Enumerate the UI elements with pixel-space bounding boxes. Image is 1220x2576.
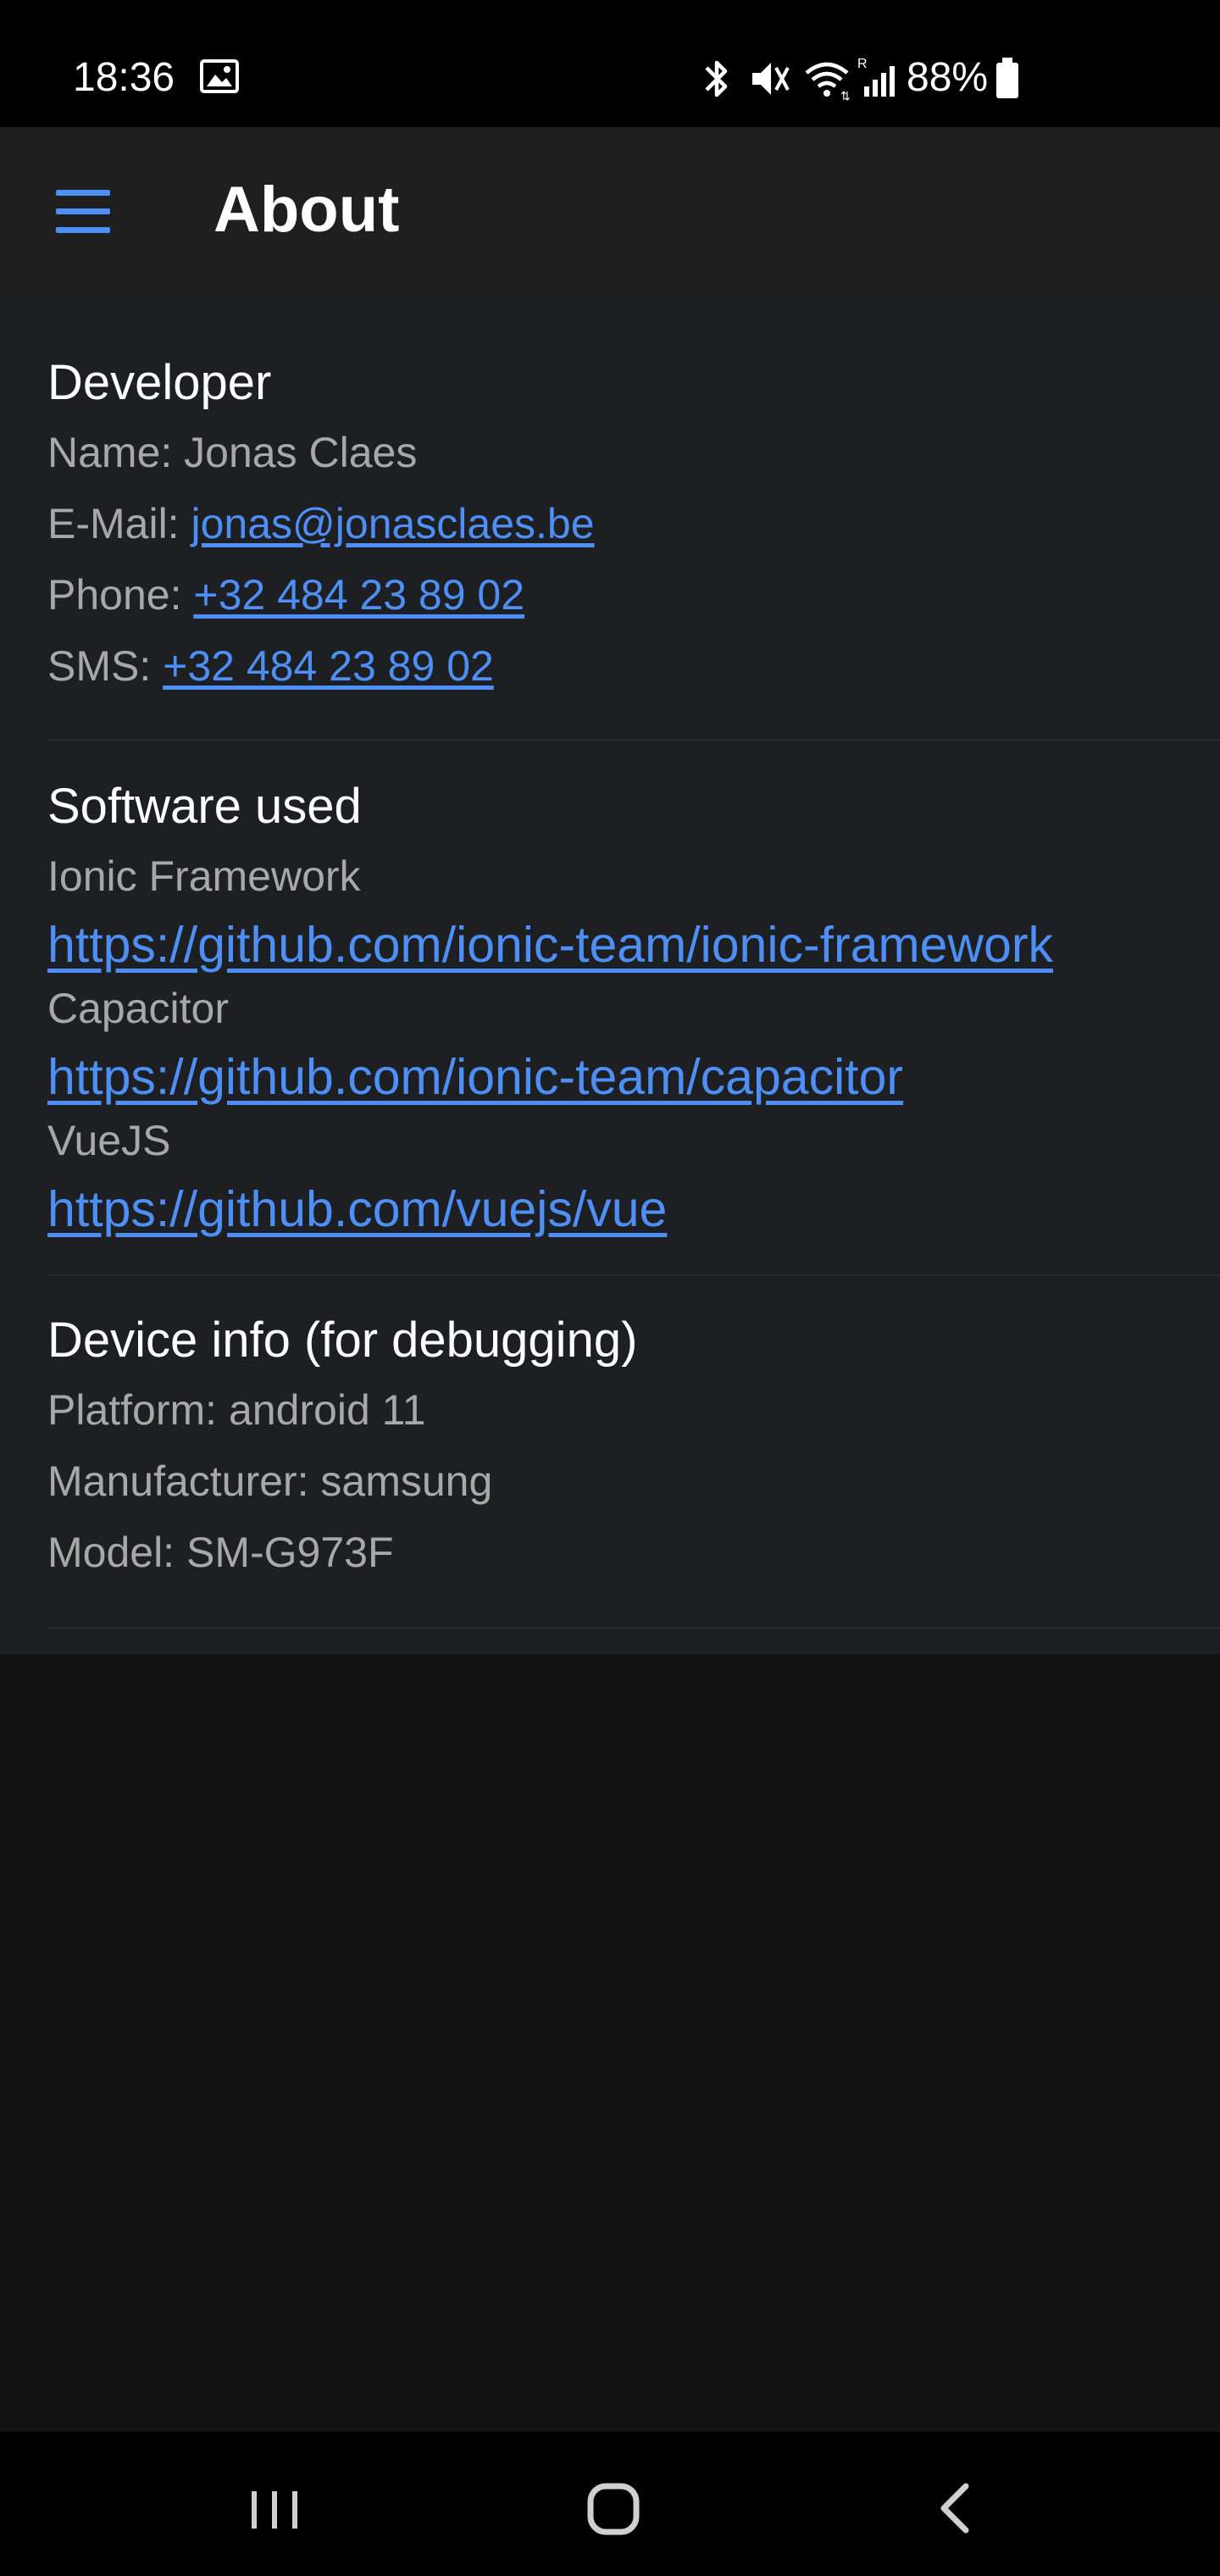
software-link[interactable]: https://github.com/ionic-team/ionic-fram… [47, 913, 1053, 976]
menu-button[interactable] [44, 178, 122, 246]
software-name: VueJS [47, 1117, 171, 1164]
status-time: 18:36 [73, 55, 175, 100]
software-section: Software used Ionic Framework https://gi… [47, 741, 1220, 1276]
platform-value: android 11 [228, 1386, 426, 1434]
battery-percent: 88% [907, 55, 989, 100]
home-icon[interactable] [563, 2466, 664, 2551]
developer-sms: SMS: +32 484 23 89 02 [47, 639, 494, 693]
mute-icon [752, 63, 790, 95]
name-label: Name: [47, 429, 173, 476]
device-model: Model: SM-G973F [47, 1525, 394, 1579]
developer-title: Developer [47, 355, 272, 410]
email-label: E-Mail: [47, 500, 180, 547]
developer-name: Name: Jonas Claes [47, 425, 417, 480]
gallery-icon [200, 59, 239, 93]
model-label: Model: [47, 1529, 175, 1576]
device-title: Device info (for debugging) [47, 1313, 638, 1368]
software-name: Ionic Framework [47, 852, 361, 900]
software-name: Capacitor [47, 985, 229, 1032]
device-platform: Platform: android 11 [47, 1383, 426, 1437]
toolbar: About [0, 127, 1220, 295]
model-value: SM-G973F [186, 1529, 394, 1576]
developer-email: E-Mail: jonas@jonasclaes.be [47, 497, 595, 551]
software-link[interactable]: https://github.com/vuejs/vue [47, 1178, 667, 1241]
page-title: About [214, 174, 400, 246]
manufacturer-value: samsung [320, 1457, 493, 1505]
status-bar: 18:36 ⇅ R 88% [0, 0, 1220, 127]
platform-label: Platform: [47, 1386, 218, 1434]
battery-icon [996, 58, 1018, 98]
divider [47, 1627, 1220, 1629]
about-screen: 18:36 ⇅ R 88% About Developer Name: Jona… [0, 0, 1220, 2576]
device-section: Device info (for debugging) Platform: an… [47, 1276, 1220, 1649]
wifi-icon: ⇅ [805, 62, 851, 102]
svg-text:R: R [857, 57, 868, 71]
navigation-bar [0, 2432, 1220, 2576]
software-link[interactable]: https://github.com/ionic-team/capacitor [47, 1046, 903, 1108]
recents-icon[interactable] [224, 2466, 325, 2551]
phone-link[interactable]: +32 484 23 89 02 [193, 571, 524, 619]
software-title: Software used [47, 779, 362, 834]
name-value: Jonas Claes [184, 429, 418, 476]
sms-label: SMS: [47, 642, 152, 690]
manufacturer-label: Manufacturer: [47, 1457, 309, 1505]
developer-section: Developer Name: Jonas Claes E-Mail: jona… [47, 295, 1220, 742]
about-list: Developer Name: Jonas Claes E-Mail: jona… [0, 295, 1220, 1654]
email-link[interactable]: jonas@jonasclaes.be [191, 500, 594, 547]
svg-text:⇅: ⇅ [840, 89, 851, 102]
signal-icon: R [857, 57, 895, 97]
bluetooth-icon [705, 60, 728, 97]
device-manufacturer: Manufacturer: samsung [47, 1454, 492, 1508]
developer-phone: Phone: +32 484 23 89 02 [47, 568, 524, 622]
sms-link[interactable]: +32 484 23 89 02 [163, 642, 494, 690]
phone-label: Phone: [47, 571, 182, 619]
back-icon[interactable] [905, 2466, 1006, 2551]
